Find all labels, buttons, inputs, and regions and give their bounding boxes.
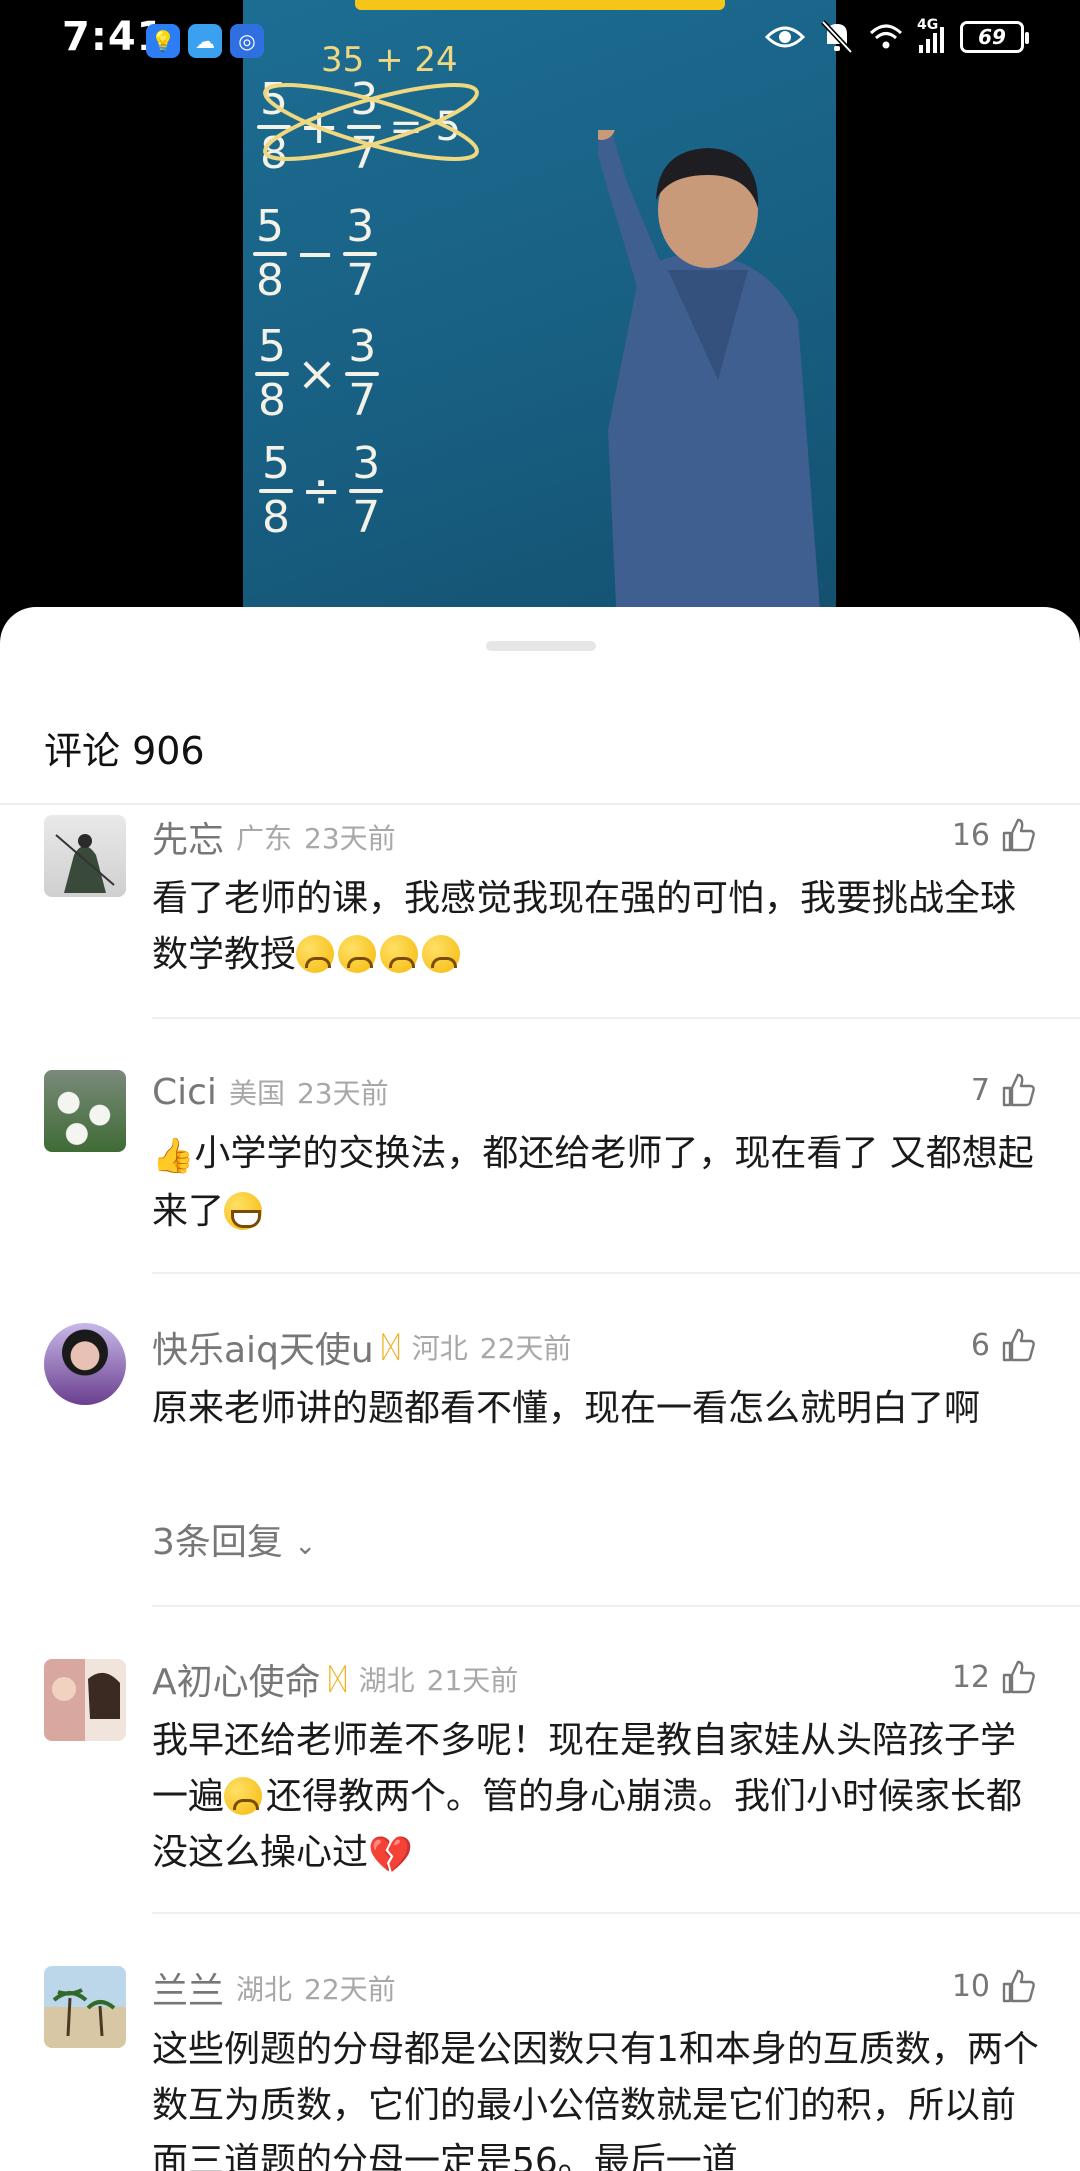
- divider: [0, 803, 1080, 805]
- comment-text: 原来老师讲的题都看不懂，现在一看怎么就明白了啊: [152, 1388, 981, 1429]
- drag-handle[interactable]: [486, 641, 596, 651]
- laugh-cry-emoji-icon: [422, 935, 461, 973]
- avatar[interactable]: [44, 1070, 126, 1152]
- comment-text: 看了老师的课，我感觉我现在强的可怕，我要挑战全球数学教授: [152, 878, 1017, 975]
- comment-time: 22天前: [479, 1332, 572, 1365]
- battery-level: 69: [978, 25, 1006, 49]
- thumbs-up-emoji-icon: 👍: [152, 1136, 195, 1176]
- like-button[interactable]: 10: [952, 1968, 1036, 2004]
- teacher-figure: [598, 130, 823, 650]
- like-button[interactable]: 7: [971, 1072, 1036, 1108]
- battery-indicator: 69: [960, 21, 1029, 53]
- grin-emoji-icon: [224, 1192, 263, 1230]
- status-bar: 7:41 💡 ☁ ◎ 4G 69: [0, 0, 1080, 80]
- comment-author[interactable]: Cici: [152, 1072, 217, 1113]
- view-replies-button[interactable]: 3条回复 ⌄: [152, 1513, 316, 1565]
- comment-location: 河北: [411, 1332, 468, 1365]
- thumbs-up-icon: [1002, 1660, 1035, 1694]
- avatar[interactable]: [44, 1966, 126, 2048]
- weather-app-icon: ☁: [188, 24, 222, 58]
- comments-title: 评论 906: [44, 729, 205, 773]
- shape-icon: ◩: [835, 588, 836, 604]
- laugh-cry-emoji-icon: [380, 935, 419, 973]
- cross-multiply-loops: [263, 83, 479, 161]
- crying-emoji-icon: [224, 1777, 263, 1815]
- comment-divider: [152, 1912, 1080, 1914]
- comment-author[interactable]: 先忘: [152, 811, 224, 863]
- comment-text: 👍小学学的交换法，都还给老师了，现在看了 又都想起来了: [152, 1126, 1044, 1240]
- thumbs-up-icon: [1002, 1328, 1035, 1362]
- laugh-cry-emoji-icon: [296, 935, 335, 973]
- comment-author[interactable]: A初心使命: [152, 1653, 321, 1705]
- comment-time: 23天前: [304, 822, 396, 855]
- comment-header: Cici 美国 23天前: [152, 1068, 389, 1116]
- like-count: 7: [970, 1072, 990, 1108]
- avatar[interactable]: [44, 815, 126, 897]
- comment-author[interactable]: 快乐aiq天使u: [152, 1321, 374, 1373]
- comment-header: 兰兰 湖北 22天前: [152, 1964, 396, 2012]
- comment-text: 我早还给老师差不多呢！现在是教自家娃从头陪孩子学一遍 还得教两个。管的身心崩溃。我…: [152, 1713, 1044, 1884]
- video-player[interactable]: 35 + 24 58 + 37 = 5 58 − 37 58 × 37 58 ÷…: [0, 0, 1080, 650]
- comment-time: 21天前: [426, 1664, 519, 1697]
- comment-divider: [152, 1272, 1080, 1274]
- comment-text: 这些例题的分母都是公因数只有1和本身的互质数，两个数互为质数，它们的最小公倍数就…: [152, 2029, 1039, 2171]
- browser-app-icon: ◎: [230, 24, 264, 58]
- thumbs-up-icon: [1002, 818, 1035, 852]
- equation-row-3: 58 × 37: [255, 325, 380, 423]
- comment-author[interactable]: 兰兰: [152, 1962, 224, 2014]
- network-type: 4G: [917, 17, 939, 33]
- equation-row-4: 58 ÷ 37: [259, 442, 384, 540]
- comment-time: 23天前: [296, 1077, 389, 1110]
- equation-row-2: 58 − 37: [253, 205, 378, 303]
- like-count: 16: [951, 817, 990, 853]
- bell-muted-icon: [821, 20, 853, 54]
- comment-sheet: 评论 906 先忘 广东 23天前 16 看了老师的课，我感觉我现在强的可怕，我…: [0, 607, 1080, 2171]
- wifi-icon: [869, 24, 903, 49]
- broken-heart-icon: 💔: [368, 1835, 413, 1876]
- avatar[interactable]: [44, 1659, 126, 1741]
- comment-header: 快乐aiq天使u ᛞ 河北 22天前: [152, 1321, 572, 1373]
- like-count: 12: [951, 1659, 990, 1695]
- comment-header: A初心使命 ᛞ 湖北 21天前: [152, 1653, 519, 1705]
- comment-divider: [152, 1017, 1080, 1019]
- bulb-app-icon: 💡: [146, 24, 180, 58]
- chevron-down-icon: ⌄: [294, 1531, 317, 1561]
- like-button[interactable]: 12: [952, 1659, 1036, 1695]
- laugh-cry-emoji-icon: [338, 935, 377, 973]
- comment-location: 广东: [236, 822, 293, 855]
- like-count: 10: [951, 1968, 990, 2004]
- like-count: 6: [970, 1327, 990, 1363]
- like-button[interactable]: 16: [952, 817, 1036, 853]
- like-button[interactable]: 6: [971, 1327, 1036, 1363]
- ribbon-badge-icon: ᛞ: [328, 1661, 347, 1697]
- signal-icon: 4G: [917, 17, 944, 53]
- eye-icon: [765, 26, 805, 48]
- comment-divider: [152, 1605, 1080, 1607]
- comment-time: 22天前: [304, 1973, 396, 2006]
- thumbs-up-icon: [1002, 1073, 1035, 1107]
- avatar[interactable]: [44, 1323, 126, 1405]
- comment-header: 先忘 广东 23天前: [152, 813, 396, 861]
- comment-location: 湖北: [236, 1973, 293, 2006]
- comment-location: 湖北: [358, 1664, 415, 1697]
- comment-location: 美国: [228, 1077, 285, 1110]
- ribbon-badge-icon: ᛞ: [381, 1329, 400, 1365]
- thumbs-up-icon: [1002, 1969, 1035, 2003]
